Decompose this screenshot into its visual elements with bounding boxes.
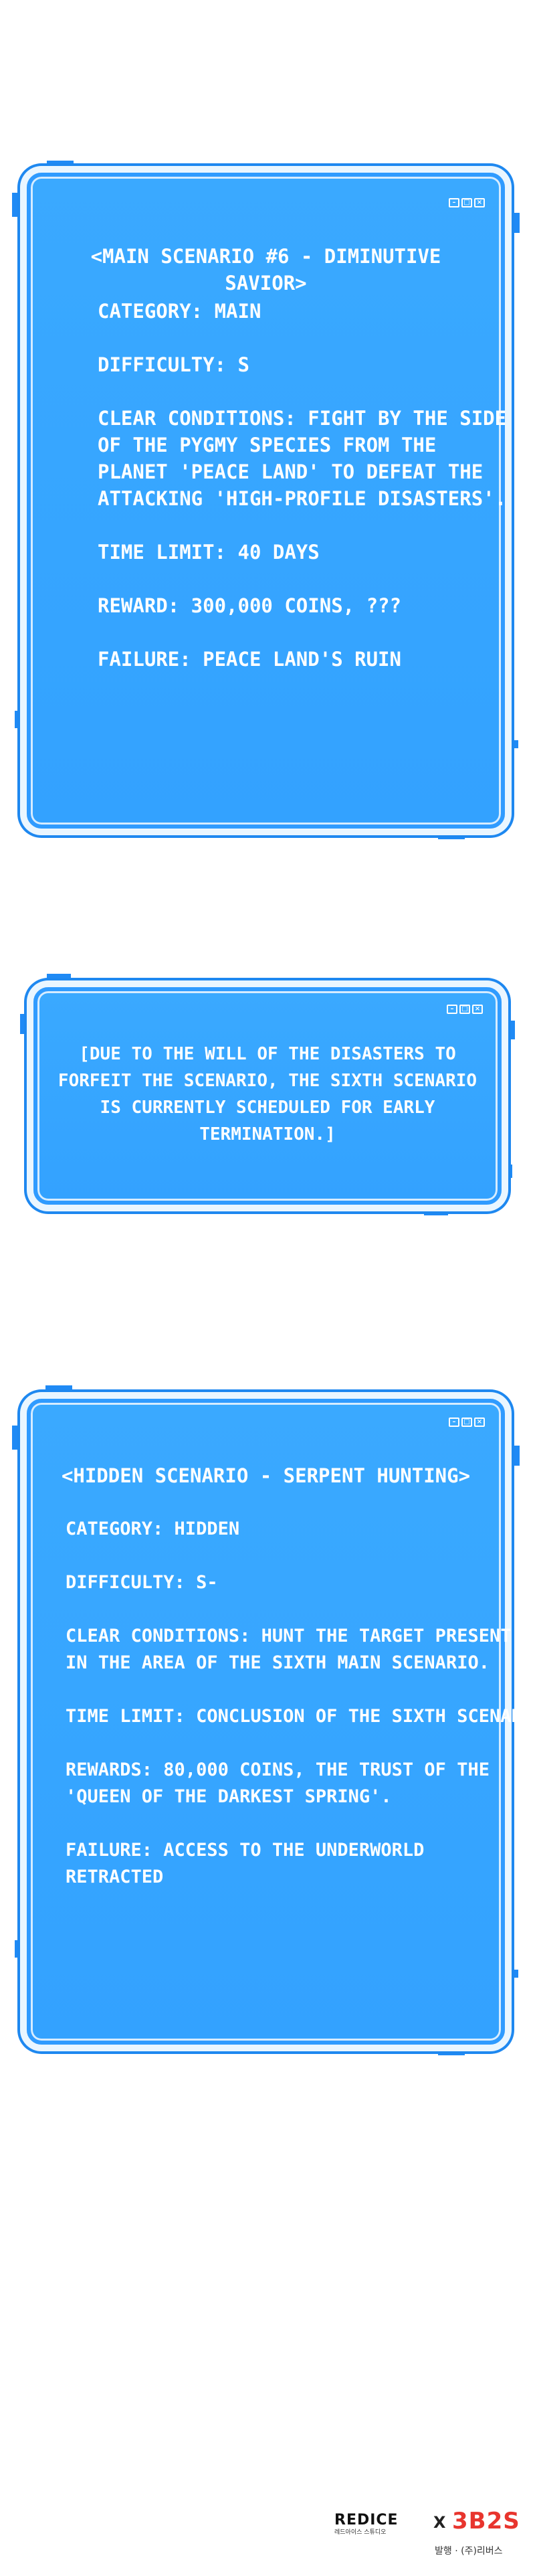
clear-conditions-text: OF THE PYGMY SPECIES FROM THE [98,434,437,456]
difficulty-text: DIFFICULTY: S- [66,1572,218,1593]
notice-line: TERMINATION.] [199,1124,336,1144]
publisher-text: 발행 · (주)리버스 [435,2546,503,2557]
window-controls: – □ × [449,198,485,207]
redice-logo: REDICE 레드아이스 스튜디오 [334,2512,399,2536]
scenario-body: CATEGORY: MAIN DIFFICULTY: S CLEAR CONDI… [98,298,506,673]
close-icon[interactable]: × [474,198,485,207]
failure-text: FAILURE: PEACE LAND'S RUIN [98,648,401,671]
notice-text: [DUE TO THE WILL OF THE DISASTERS TO FOR… [47,1041,488,1148]
close-icon[interactable]: × [474,1418,485,1427]
clear-conditions-text: IN THE AREA OF THE SIXTH MAIN SCENARIO. [66,1652,490,1673]
pixel-decoration [507,1021,515,1039]
category-text: CATEGORY: MAIN [98,300,261,323]
scenario-title: <MAIN SCENARIO #6 - DIMINUTIVE SAVIOR> [67,243,465,296]
clear-conditions-text: CLEAR CONDITIONS: FIGHT BY THE SIDE [98,407,507,430]
notice-line: [DUE TO THE WILL OF THE DISASTERS TO [79,1044,456,1064]
pixel-decoration [424,1209,448,1215]
title-line: SAVIOR> [225,272,307,294]
pixel-decoration [17,226,24,233]
maximize-icon[interactable]: □ [459,1005,470,1014]
title-line: <MAIN SCENARIO #6 - DIMINUTIVE [90,245,441,268]
scenario-panel-main: – □ × <MAIN SCENARIO #6 - DIMINUTIVE SAV… [12,161,520,839]
reward-text: REWARDS: 80,000 COINS, THE TRUST OF THE [66,1759,490,1780]
pixel-decoration [510,213,520,233]
pixel-decoration [12,1426,21,1450]
pixel-decoration [76,1391,88,1397]
minimize-icon[interactable]: – [447,1005,457,1014]
maximize-icon[interactable]: □ [461,1418,472,1427]
failure-text: RETRACTED [66,1867,164,1887]
footer-credits: REDICE 레드아이스 스튜디오 X 3B2S 발행 · (주)리버스 [334,2506,528,2567]
pixel-decoration [12,193,21,217]
window-controls: – □ × [447,1005,483,1014]
reward-text: REWARD: 300,000 COINS, ??? [98,594,401,617]
pixel-decoration [75,979,86,986]
maximize-icon[interactable]: □ [461,198,472,207]
scenario-body: CATEGORY: HIDDEN DIFFICULTY: S- CLEAR CO… [66,1516,535,1891]
pixel-decoration [506,1165,512,1178]
pixel-decoration [510,1970,518,1978]
pixel-decoration [438,833,465,839]
time-limit-text: TIME LIMIT: 40 DAYS [98,541,320,564]
pixel-decoration [20,1014,28,1034]
pixel-decoration [510,740,518,748]
redice-logo-text: REDICE [334,2512,399,2528]
reward-text: 'QUEEN OF THE DARKEST SPRING'. [66,1786,392,1807]
minimize-icon[interactable]: – [449,1418,459,1427]
pixel-decoration [77,166,89,173]
category-text: CATEGORY: HIDDEN [66,1519,240,1539]
notice-line: IS CURRENTLY SCHEDULED FOR EARLY [100,1098,435,1118]
pixel-decoration [45,1385,72,1395]
clear-conditions-text: PLANET 'PEACE LAND' TO DEFEAT THE [98,460,484,483]
pixel-decoration [15,1940,23,1958]
cross-mark: X [433,2513,446,2532]
scenario-panel-hidden: – □ × <HIDDEN SCENARIO - SERPENT HUNTING… [12,1385,535,2055]
pixel-decoration [47,161,74,170]
title-line: <HIDDEN SCENARIO - SERPENT HUNTING> [61,1464,471,1487]
pixel-decoration [47,974,71,983]
close-icon[interactable]: × [472,1005,483,1014]
scenario-title: <HIDDEN SCENARIO - SERPENT HUNTING> [54,1462,478,1489]
notice-line: FORFEIT THE SCENARIO, THE SIXTH SCENARIO [58,1071,477,1091]
pixel-decoration [510,1446,520,1466]
pixel-decoration [438,2049,465,2055]
clear-conditions-text: CLEAR CONDITIONS: HUNT THE TARGET PRESEN… [66,1626,512,1646]
3b2s-logo: 3B2S [452,2508,520,2535]
clear-conditions-text: ATTACKING 'HIGH-PROFILE DISASTERS'. [98,487,507,510]
pixel-decoration [15,711,23,728]
minimize-icon[interactable]: – [449,198,459,207]
time-limit-text: TIME LIMIT: CONCLUSION OF THE SIXTH SCEN… [66,1706,535,1727]
window-controls: – □ × [449,1418,485,1427]
difficulty-text: DIFFICULTY: S [98,353,249,376]
failure-text: FAILURE: ACCESS TO THE UNDERWORLD [66,1840,425,1861]
scenario-notice-panel: – □ × [DUE TO THE WILL OF THE DISASTERS … [20,974,515,1215]
